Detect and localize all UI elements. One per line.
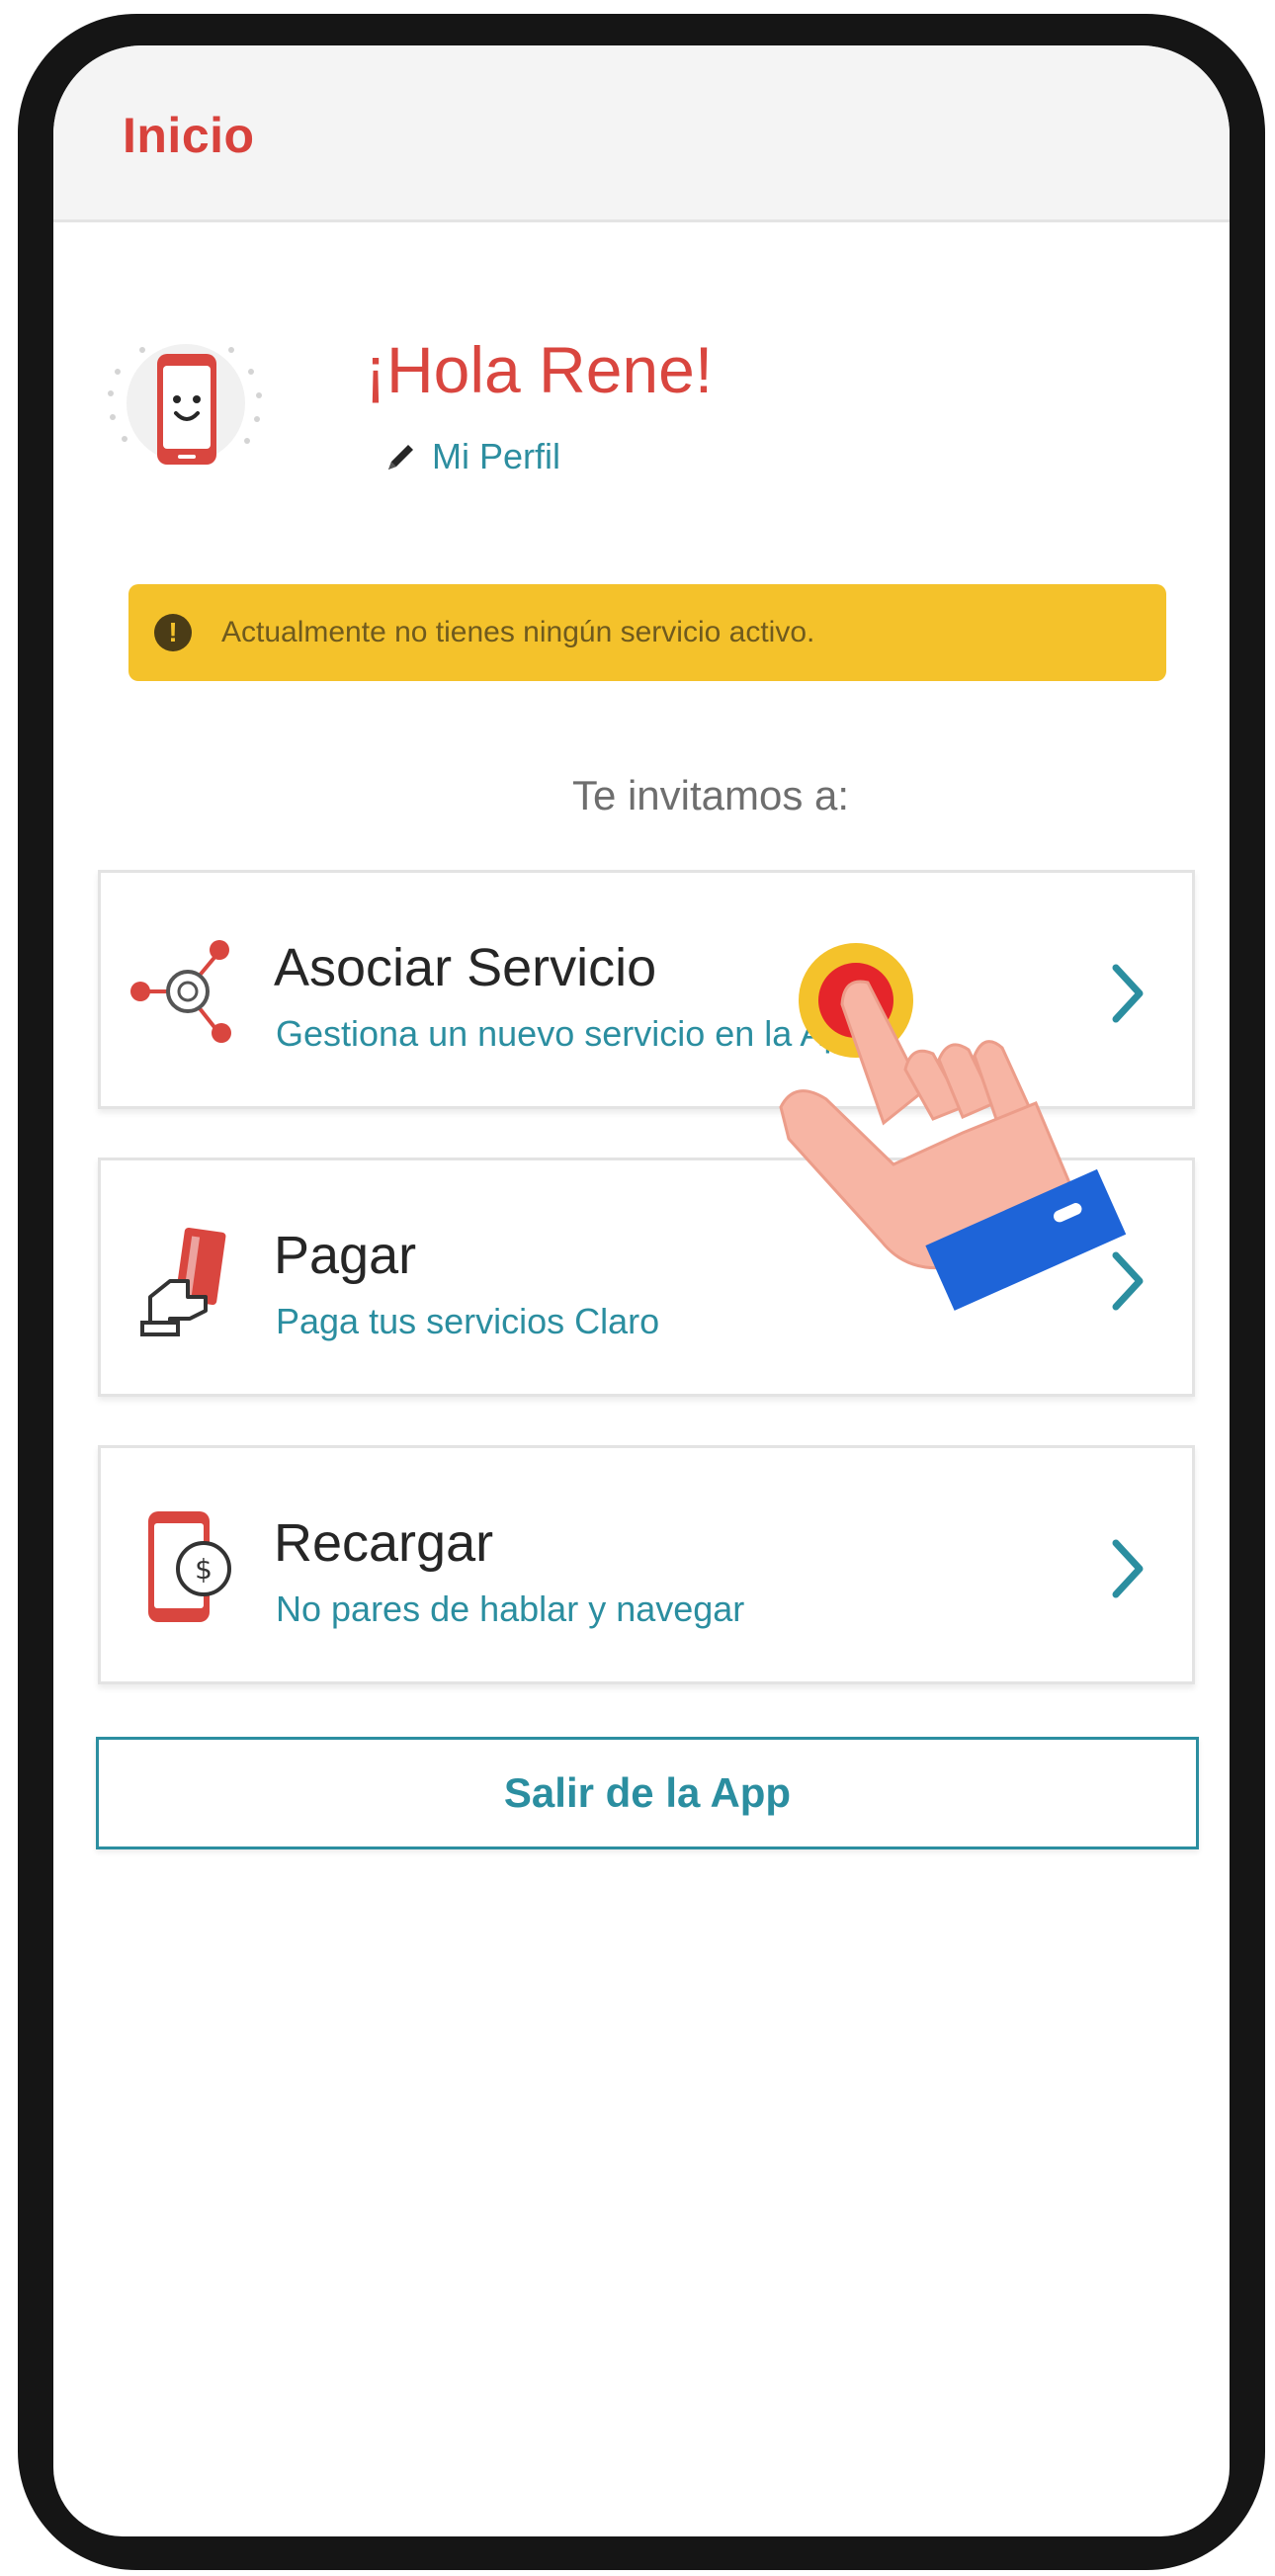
- chevron-right-icon: [1112, 1251, 1144, 1311]
- alert-text: Actualmente no tienes ningún servicio ac…: [221, 616, 815, 648]
- invite-text: Te invitamos a:: [571, 772, 850, 818]
- app-bar: Inicio: [53, 45, 1230, 222]
- smiling-phone-avatar-icon: [108, 344, 262, 465]
- chevron-right-icon: [1112, 1539, 1144, 1598]
- app-screen: Inicio ¡Hola Rene! Mi Perfil ! Actualmen…: [53, 45, 1230, 2536]
- card-subtitle: No pares de hablar y navegar: [276, 1589, 745, 1629]
- chevron-right-icon: [1112, 964, 1144, 1023]
- card-subtitle: Gestiona un nuevo servicio en la App: [276, 1013, 864, 1054]
- card-subtitle: Paga tus servicios Claro: [276, 1301, 660, 1341]
- greeting: ¡Hola Rene!: [365, 333, 714, 406]
- card-payment-hand-icon: [140, 1227, 226, 1336]
- profile-link[interactable]: Mi Perfil: [384, 436, 560, 477]
- phone-dollar-icon: $: [148, 1511, 231, 1622]
- card-recargar[interactable]: $ Recargar No pares de hablar y navegar: [98, 1445, 1195, 1684]
- card-title: Asociar Servicio: [274, 938, 657, 997]
- exit-app-button[interactable]: Salir de la App: [96, 1737, 1199, 1849]
- page-title: Inicio: [123, 108, 255, 163]
- no-service-alert: ! Actualmente no tienes ningún servicio …: [128, 584, 1166, 681]
- card-title: Pagar: [274, 1226, 417, 1285]
- card-asociar-servicio[interactable]: Asociar Servicio Gestiona un nuevo servi…: [98, 870, 1195, 1109]
- avatar: [103, 332, 271, 480]
- pencil-icon: [388, 445, 413, 470]
- card-title: Recargar: [274, 1513, 494, 1573]
- profile-link-label: Mi Perfil: [432, 436, 561, 476]
- svg-text:$: $: [195, 1553, 212, 1586]
- phone-frame: Inicio ¡Hola Rene! Mi Perfil ! Actualmen…: [18, 14, 1265, 2570]
- exclamation-icon: !: [154, 614, 192, 651]
- network-nodes-icon: [130, 940, 231, 1043]
- card-pagar[interactable]: Pagar Paga tus servicios Claro: [98, 1158, 1195, 1397]
